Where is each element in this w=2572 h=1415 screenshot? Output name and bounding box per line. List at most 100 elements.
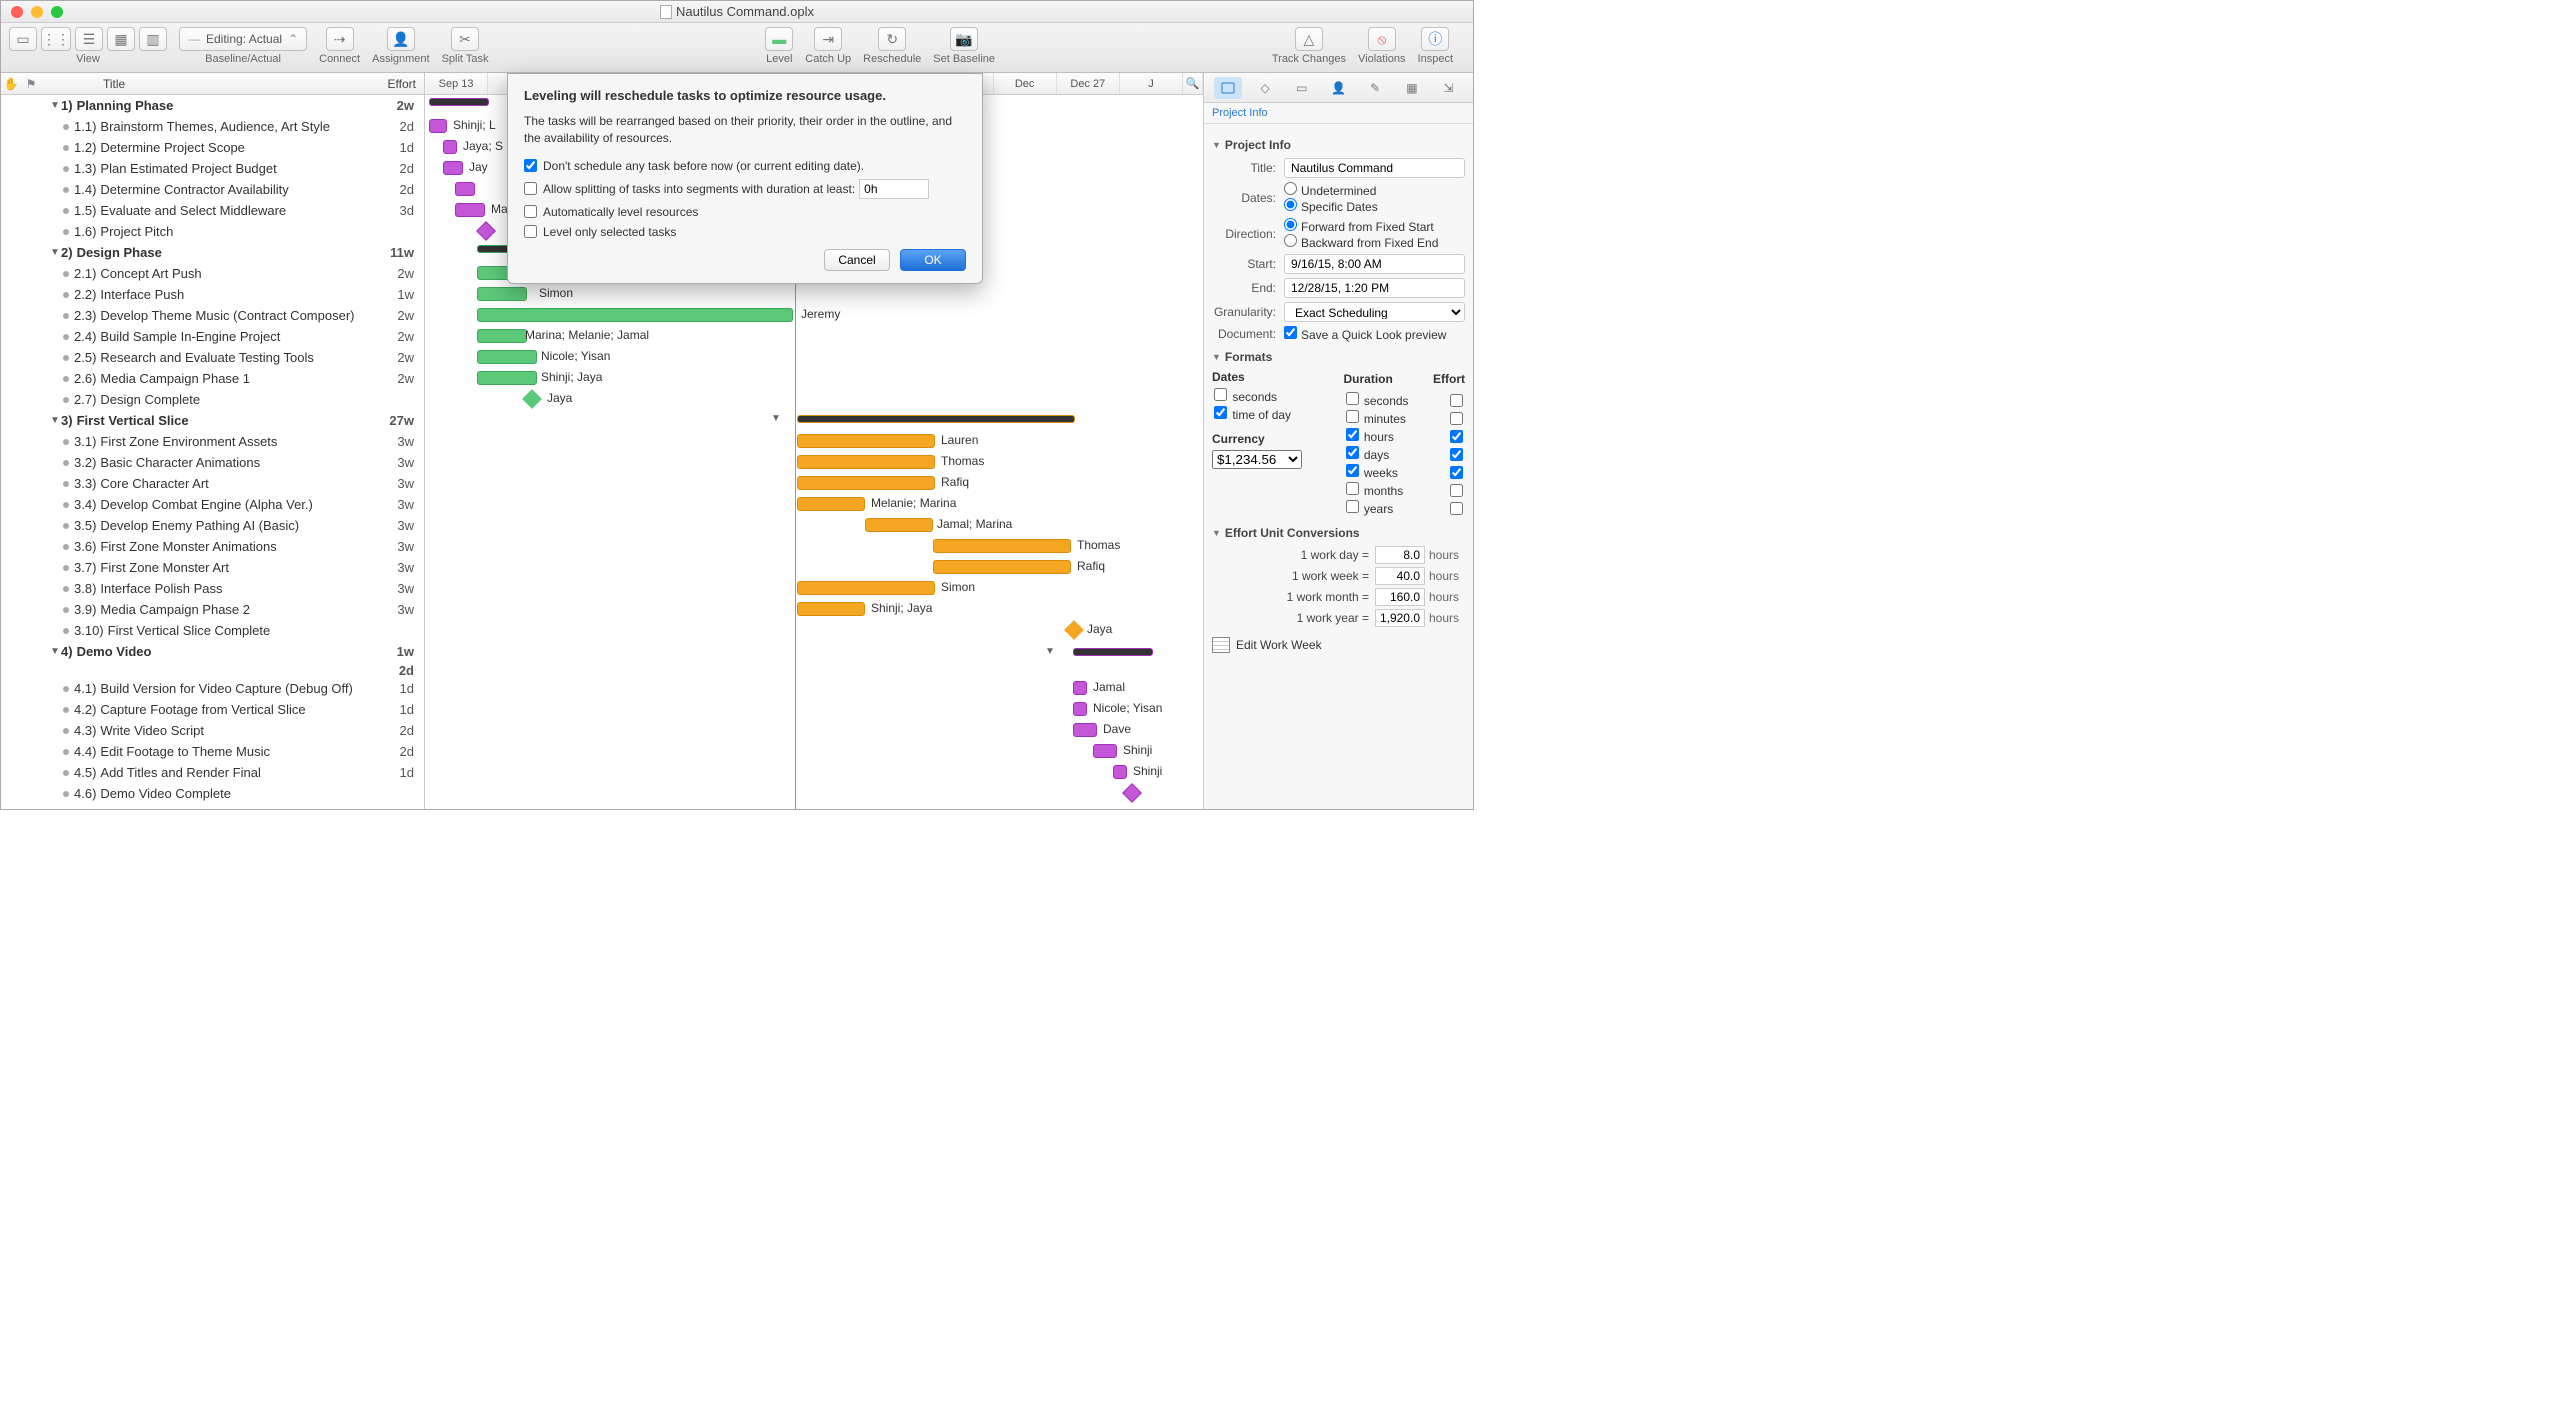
view-mode-2-button[interactable]: ⋮⋮ <box>41 27 71 51</box>
date-seconds-checkbox[interactable] <box>1214 388 1227 401</box>
gantt-task-bar[interactable] <box>797 476 935 490</box>
direction-forward-radio[interactable] <box>1284 218 1297 231</box>
outline-task-row[interactable]: 2.7)Design Complete <box>1 389 424 410</box>
outline-task-row[interactable]: 1.4)Determine Contractor Availability2d <box>1 179 424 200</box>
custom-data-tab[interactable]: ▦ <box>1398 77 1426 99</box>
project-info-section[interactable]: Project Info <box>1212 138 1465 152</box>
outline-task-row[interactable]: 2.6)Media Campaign Phase 12w <box>1 368 424 389</box>
conversion-value-field[interactable] <box>1375 609 1425 627</box>
outline-task-row[interactable]: 3.5)Develop Enemy Pathing AI (Basic)3w <box>1 515 424 536</box>
gantt-task-bar[interactable] <box>477 329 527 343</box>
title-column-header[interactable]: Title <box>41 77 374 91</box>
outline-task-row[interactable]: 1.5)Evaluate and Select Middleware3d <box>1 200 424 221</box>
eff-years-checkbox[interactable] <box>1450 502 1463 515</box>
connect-button[interactable]: ⇢ <box>326 27 354 51</box>
outline-task-row[interactable]: 3.3)Core Character Art3w <box>1 473 424 494</box>
date-timeofday-checkbox[interactable] <box>1214 406 1227 419</box>
gantt-task-bar[interactable] <box>477 308 793 322</box>
gantt-task-bar[interactable] <box>1113 765 1127 779</box>
track-changes-button[interactable]: △ <box>1295 27 1323 51</box>
conversions-section[interactable]: Effort Unit Conversions <box>1212 526 1465 540</box>
quicklook-checkbox[interactable] <box>1284 326 1297 339</box>
dur-hours-checkbox[interactable] <box>1346 428 1359 441</box>
gantt-task-bar[interactable] <box>933 560 1071 574</box>
outline-group-row[interactable]: ▼3)First Vertical Slice27w <box>1 410 424 431</box>
outline-task-row[interactable]: 1.2)Determine Project Scope1d <box>1 137 424 158</box>
outline-task-row[interactable]: 2.1)Concept Art Push2w <box>1 263 424 284</box>
formats-section[interactable]: Formats <box>1212 350 1465 364</box>
auto-level-checkbox[interactable] <box>524 205 537 218</box>
ok-button[interactable]: OK <box>900 249 966 271</box>
export-tab[interactable]: ⇲ <box>1435 77 1463 99</box>
reschedule-button[interactable]: ↻ <box>878 27 906 51</box>
eff-seconds-checkbox[interactable] <box>1450 394 1463 407</box>
gantt-task-bar[interactable] <box>477 287 527 301</box>
outline-task-row[interactable]: 1.6)Project Pitch <box>1 221 424 242</box>
split-task-button[interactable]: ✂ <box>451 27 479 51</box>
gantt-task-bar[interactable] <box>443 140 457 154</box>
styles-tab[interactable]: ✎ <box>1361 77 1389 99</box>
allow-splitting-checkbox[interactable] <box>524 182 537 195</box>
gantt-task-bar[interactable] <box>455 182 475 196</box>
outline-rows[interactable]: ▼1)Planning Phase2w1.1)Brainstorm Themes… <box>1 95 424 809</box>
search-icon[interactable]: 🔍 <box>1183 73 1203 94</box>
gantt-task-bar[interactable] <box>477 350 537 364</box>
currency-select[interactable]: $1,234.56 <box>1212 450 1302 469</box>
dur-months-checkbox[interactable] <box>1346 482 1359 495</box>
dur-days-checkbox[interactable] <box>1346 446 1359 459</box>
outline-task-row[interactable]: 3.6)First Zone Monster Animations3w <box>1 536 424 557</box>
eff-days-checkbox[interactable] <box>1450 448 1463 461</box>
violations-button[interactable]: ⦸ <box>1368 27 1396 51</box>
gantt-task-bar[interactable] <box>1093 744 1117 758</box>
outline-task-row[interactable]: 4.3)Write Video Script2d <box>1 720 424 741</box>
gantt-task-bar[interactable] <box>429 119 447 133</box>
gantt-milestone[interactable] <box>1064 620 1084 640</box>
gantt-task-bar[interactable] <box>797 602 865 616</box>
gantt-task-bar[interactable] <box>477 371 537 385</box>
outline-group-row[interactable]: ▼2)Design Phase11w <box>1 242 424 263</box>
edit-work-week-button[interactable]: Edit Work Week <box>1212 637 1465 653</box>
eff-hours-checkbox[interactable] <box>1450 430 1463 443</box>
set-baseline-button[interactable]: 📷 <box>950 27 978 51</box>
level-selected-only-checkbox[interactable] <box>524 225 537 238</box>
outline-task-row[interactable]: 1.1)Brainstorm Themes, Audience, Art Sty… <box>1 116 424 137</box>
conversion-value-field[interactable] <box>1375 546 1425 564</box>
gantt-task-bar[interactable] <box>455 203 485 217</box>
end-date-field[interactable] <box>1284 278 1465 298</box>
direction-backward-radio[interactable] <box>1284 234 1297 247</box>
dur-seconds-checkbox[interactable] <box>1346 392 1359 405</box>
group-collapse-icon[interactable]: ▼ <box>771 413 781 424</box>
dur-weeks-checkbox[interactable] <box>1346 464 1359 477</box>
gantt-task-bar[interactable] <box>797 581 935 595</box>
eff-months-checkbox[interactable] <box>1450 484 1463 497</box>
effort-column-header[interactable]: Effort <box>374 77 424 91</box>
outline-task-row[interactable]: 2.4)Build Sample In-Engine Project2w <box>1 326 424 347</box>
outline-task-row[interactable]: 2.5)Research and Evaluate Testing Tools2… <box>1 347 424 368</box>
granularity-select[interactable]: Exact Scheduling <box>1284 302 1465 322</box>
gantt-task-bar[interactable] <box>1073 702 1087 716</box>
outline-task-row[interactable]: 4.5)Add Titles and Render Final1d <box>1 762 424 783</box>
inspect-button[interactable]: ⓘ <box>1421 27 1449 51</box>
outline-group-row[interactable]: ▼1)Planning Phase2w <box>1 95 424 116</box>
view-mode-5-button[interactable]: ▥ <box>139 27 167 51</box>
dont-schedule-before-now-checkbox[interactable] <box>524 159 537 172</box>
eff-weeks-checkbox[interactable] <box>1450 466 1463 479</box>
dur-minutes-checkbox[interactable] <box>1346 410 1359 423</box>
gantt-task-bar[interactable] <box>865 518 933 532</box>
gantt-group-bar[interactable] <box>797 415 1075 423</box>
outline-task-row[interactable]: 2.2)Interface Push1w <box>1 284 424 305</box>
gantt-group-bar[interactable] <box>1073 648 1153 656</box>
gantt-milestone[interactable] <box>522 389 542 409</box>
outline-task-row[interactable]: 3.1)First Zone Environment Assets3w <box>1 431 424 452</box>
gantt-task-bar[interactable] <box>797 455 935 469</box>
split-duration-field[interactable] <box>859 179 929 199</box>
outline-group-row[interactable]: ▼4)Demo Video1w <box>1 641 424 662</box>
baseline-actual-select[interactable]: —Editing: Actual⌃ <box>179 27 307 51</box>
assignment-button[interactable]: 👤 <box>387 27 415 51</box>
gantt-task-bar[interactable] <box>797 497 865 511</box>
outline-task-row[interactable]: 4.1)Build Version for Video Capture (Deb… <box>1 678 424 699</box>
dates-undetermined-radio[interactable] <box>1284 182 1297 195</box>
outline-task-row[interactable]: 3.9)Media Campaign Phase 23w <box>1 599 424 620</box>
outline-task-row[interactable]: 2.3)Develop Theme Music (Contract Compos… <box>1 305 424 326</box>
gantt-group-bar[interactable] <box>429 98 489 106</box>
